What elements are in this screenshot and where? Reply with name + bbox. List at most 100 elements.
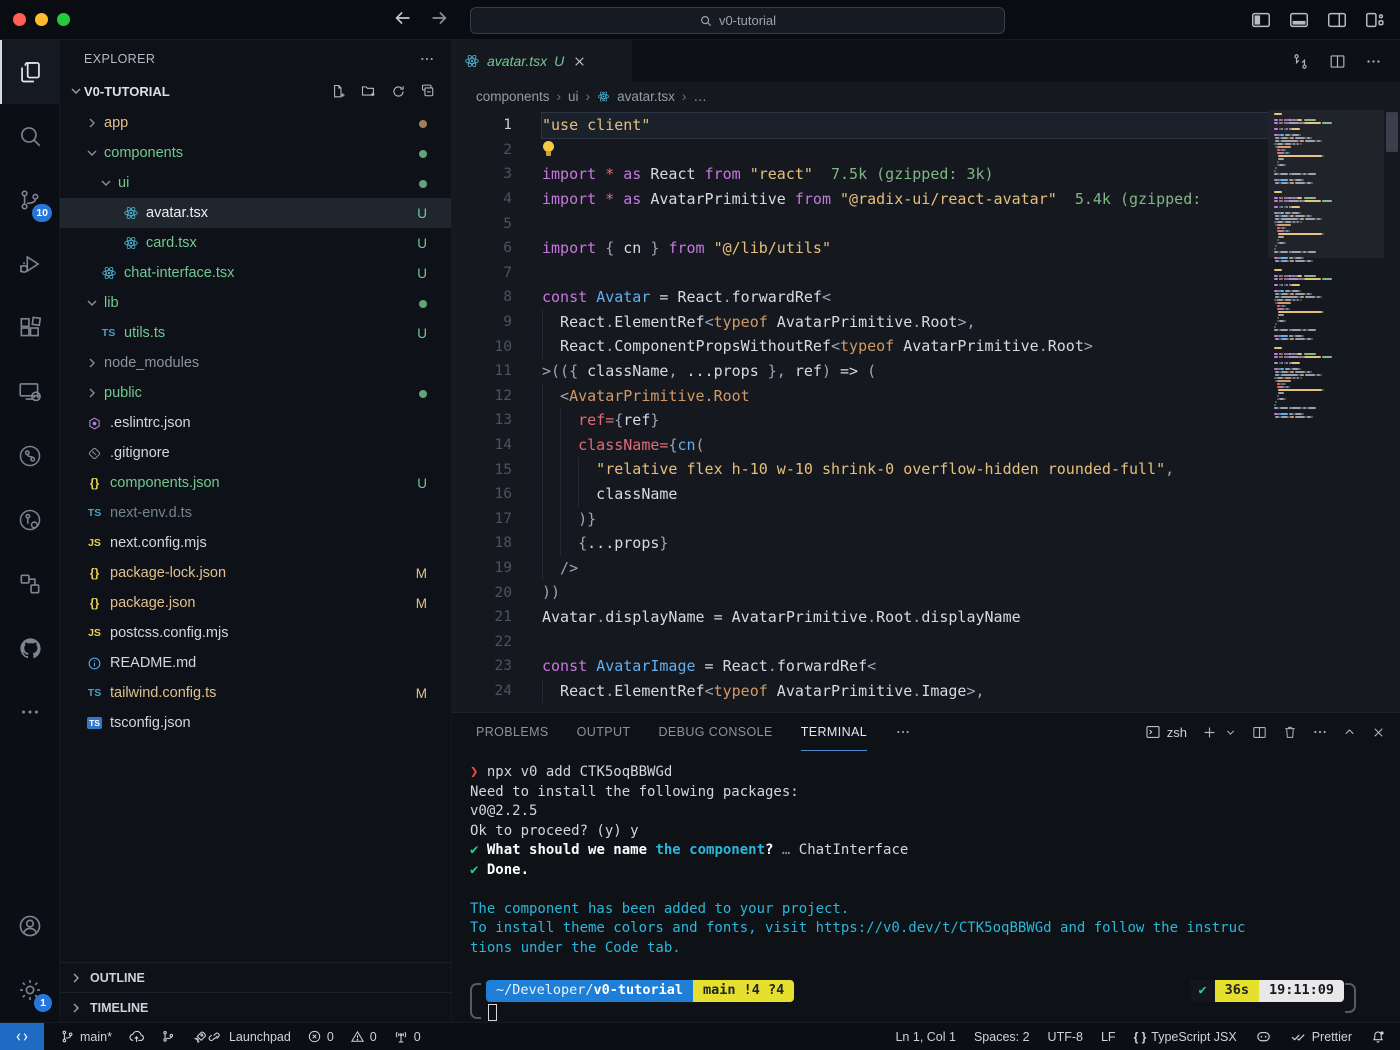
- tree-item-tailwind-config-ts[interactable]: TStailwind.config.tsM: [60, 678, 451, 708]
- breadcrumb-file[interactable]: avatar.tsx: [617, 89, 675, 104]
- project-root-row[interactable]: V0-TUTORIAL: [60, 78, 451, 104]
- activity-explorer[interactable]: [0, 40, 60, 104]
- maximize-panel-icon[interactable]: [1342, 725, 1357, 740]
- line-content: React.ComponentPropsWithoutRef<typeof Av…: [542, 334, 1268, 359]
- panel-actions-more-icon[interactable]: [1312, 724, 1328, 740]
- customize-layout-icon[interactable]: [1364, 9, 1386, 31]
- breadcrumb-components[interactable]: components: [476, 89, 550, 104]
- activity-accounts[interactable]: [0, 894, 60, 958]
- tree-item-components[interactable]: components: [60, 138, 451, 168]
- close-panel-icon[interactable]: [1371, 725, 1386, 740]
- code-line: 20)): [452, 580, 1268, 605]
- tree-item--eslintrc-json[interactable]: .eslintrc.json: [60, 408, 451, 438]
- activity-github[interactable]: [0, 616, 60, 680]
- close-tab-icon[interactable]: [573, 55, 586, 68]
- activity-source-control[interactable]: 10: [0, 168, 60, 232]
- status-git-branch[interactable]: main*: [60, 1029, 112, 1044]
- tree-item-package-json[interactable]: {}package.jsonM: [60, 588, 451, 618]
- tab-avatar-tsx[interactable]: avatar.tsx U: [452, 40, 632, 82]
- panel-tab-problems[interactable]: PROBLEMS: [476, 713, 549, 751]
- status-cursor-position[interactable]: Ln 1, Col 1: [895, 1030, 955, 1044]
- tree-item-package-lock-json[interactable]: {}package-lock.jsonM: [60, 558, 451, 588]
- activity-flow[interactable]: [0, 552, 60, 616]
- chevron-down-icon: [84, 145, 100, 161]
- tree-item-next-env-d-ts[interactable]: TSnext-env.d.ts: [60, 498, 451, 528]
- tree-item-avatar-tsx[interactable]: avatar.tsxU: [60, 198, 451, 228]
- status-warnings[interactable]: 0: [350, 1029, 377, 1044]
- remote-indicator[interactable]: [0, 1023, 44, 1050]
- panel-more-icon[interactable]: [895, 713, 911, 751]
- zoom-window-button[interactable]: [57, 13, 70, 26]
- kill-terminal-icon[interactable]: [1282, 724, 1298, 740]
- section-timeline[interactable]: TIMELINE: [60, 992, 451, 1022]
- status-publish[interactable]: [128, 1028, 145, 1045]
- status-encoding[interactable]: UTF-8: [1048, 1030, 1083, 1044]
- activity-run-debug[interactable]: [0, 232, 60, 296]
- tree-item-postcss-config-mjs[interactable]: JSpostcss.config.mjs: [60, 618, 451, 648]
- panel-tab-terminal[interactable]: TERMINAL: [801, 713, 867, 751]
- panel-tab-output[interactable]: OUTPUT: [577, 713, 631, 751]
- terminal-dropdown-icon[interactable]: [1224, 726, 1237, 739]
- activity-gitlens[interactable]: [0, 488, 60, 552]
- code-editor[interactable]: 1"use client"23import * as React from "r…: [452, 110, 1400, 712]
- activity-settings[interactable]: 1: [0, 958, 60, 1022]
- minimap[interactable]: [1268, 110, 1384, 712]
- activity-remote-explorer[interactable]: [0, 360, 60, 424]
- status-ports[interactable]: 0: [393, 1029, 421, 1045]
- status-indentation[interactable]: Spaces: 2: [974, 1030, 1030, 1044]
- toggle-secondary-sidebar-icon[interactable]: [1326, 9, 1348, 31]
- back-icon[interactable]: [392, 7, 414, 29]
- prompt-time: 19:11:09: [1259, 980, 1344, 1002]
- tree-item-card-tsx[interactable]: card.tsxU: [60, 228, 451, 258]
- tree-item-public[interactable]: public: [60, 378, 451, 408]
- status-launchpad[interactable]: Launchpad: [192, 1029, 291, 1045]
- activity-git-graph[interactable]: [0, 424, 60, 488]
- tree-item-node-modules[interactable]: node_modules: [60, 348, 451, 378]
- status-eol[interactable]: LF: [1101, 1030, 1116, 1044]
- tree-item-next-config-mjs[interactable]: JSnext.config.mjs: [60, 528, 451, 558]
- status-language-mode[interactable]: { }TypeScript JSX: [1134, 1030, 1237, 1044]
- new-folder-icon[interactable]: [360, 83, 377, 100]
- ts-file-icon: TS: [100, 325, 117, 342]
- tree-item-components-json[interactable]: {}components.jsonU: [60, 468, 451, 498]
- explorer-more-icon[interactable]: [419, 51, 435, 67]
- section-outline[interactable]: OUTLINE: [60, 962, 451, 992]
- status-source-control-graph[interactable]: [161, 1029, 176, 1044]
- activity-extensions[interactable]: [0, 296, 60, 360]
- status-notifications[interactable]: [1370, 1029, 1386, 1045]
- split-terminal-icon[interactable]: [1251, 724, 1268, 741]
- minimize-window-button[interactable]: [35, 13, 48, 26]
- editor-scrollbar[interactable]: [1384, 110, 1400, 712]
- new-terminal-icon[interactable]: [1201, 724, 1218, 741]
- status-prettier[interactable]: Prettier: [1290, 1028, 1352, 1045]
- terminal-output[interactable]: ❯ npx v0 add CTK5oqBBWGdNeed to install …: [452, 751, 1400, 1022]
- command-center-search[interactable]: v0-tutorial: [470, 7, 1005, 34]
- tree-item-ui[interactable]: ui: [60, 168, 451, 198]
- tree-item-utils-ts[interactable]: TSutils.tsU: [60, 318, 451, 348]
- status-errors[interactable]: 0: [307, 1029, 334, 1044]
- new-file-icon[interactable]: [330, 83, 347, 100]
- lightbulb-icon[interactable]: [542, 141, 555, 158]
- editor-more-icon[interactable]: [1365, 53, 1382, 70]
- breadcrumb-symbol[interactable]: …: [693, 89, 707, 104]
- tree-item-lib[interactable]: lib: [60, 288, 451, 318]
- activity-search[interactable]: [0, 104, 60, 168]
- activity-more[interactable]: [0, 680, 60, 744]
- tree-item-tsconfig-json[interactable]: TStsconfig.json: [60, 708, 451, 738]
- tree-item-README-md[interactable]: README.md: [60, 648, 451, 678]
- panel-tab-debug-console[interactable]: DEBUG CONSOLE: [658, 713, 772, 751]
- tree-item--gitignore[interactable]: .gitignore: [60, 438, 451, 468]
- shell-picker[interactable]: zsh: [1145, 724, 1187, 740]
- forward-icon[interactable]: [428, 7, 450, 29]
- toggle-sidebar-icon[interactable]: [1250, 9, 1272, 31]
- split-editor-icon[interactable]: [1328, 52, 1347, 71]
- refresh-icon[interactable]: [390, 83, 407, 100]
- tree-item-app[interactable]: app: [60, 108, 451, 138]
- switch-editors-icon[interactable]: [1291, 52, 1310, 71]
- toggle-panel-icon[interactable]: [1288, 9, 1310, 31]
- status-copilot[interactable]: [1255, 1028, 1272, 1045]
- tree-item-chat-interface-tsx[interactable]: chat-interface.tsxU: [60, 258, 451, 288]
- breadcrumb-ui[interactable]: ui: [568, 89, 579, 104]
- collapse-all-icon[interactable]: [420, 83, 437, 100]
- close-window-button[interactable]: [13, 13, 26, 26]
